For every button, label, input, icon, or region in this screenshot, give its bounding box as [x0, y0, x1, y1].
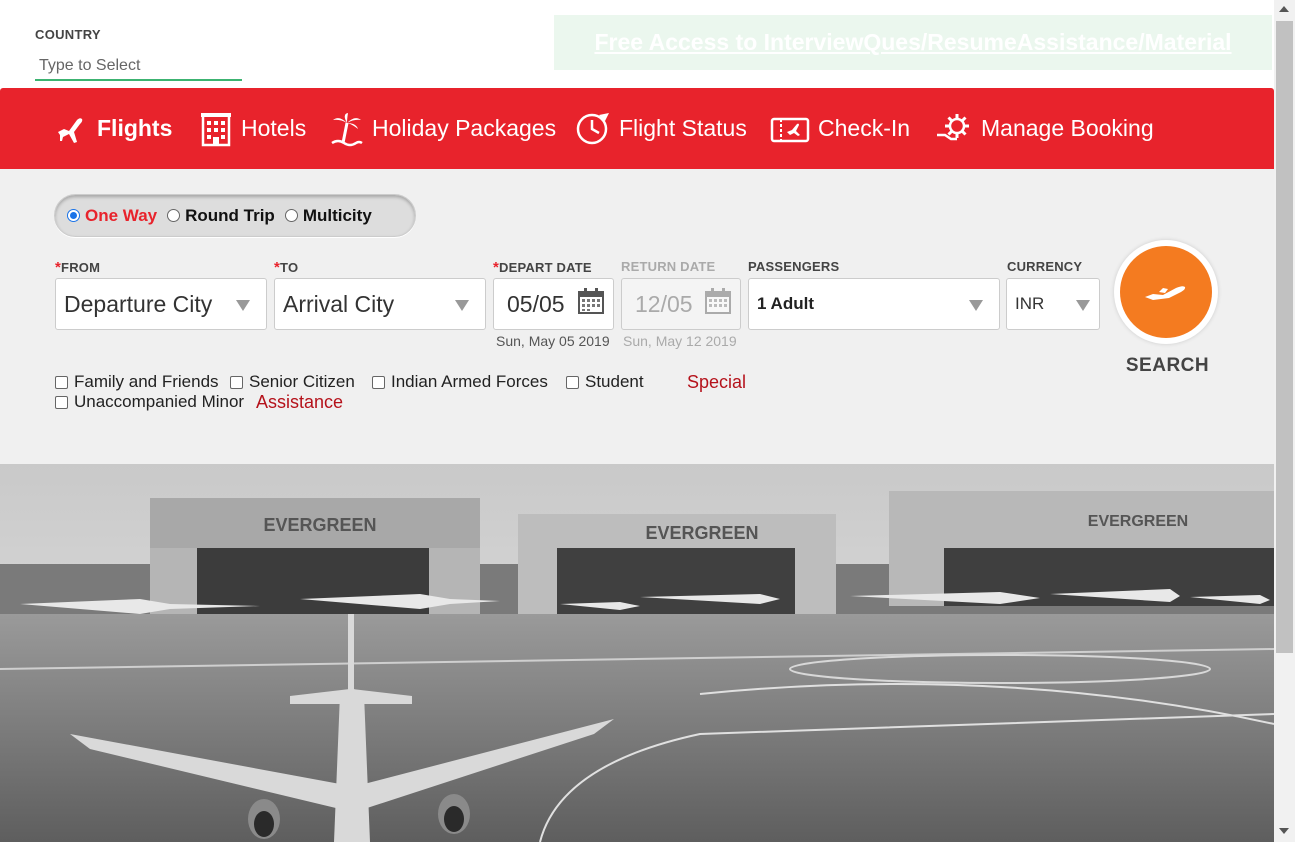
country-input[interactable]: [35, 53, 242, 81]
checkbox-senior-citizen[interactable]: Senior Citizen: [230, 372, 355, 392]
passengers-label: PASSENGERS: [748, 259, 840, 274]
nav-tab-flight-status[interactable]: Flight Status: [575, 88, 747, 169]
trip-type-selector: One Way Round Trip Multicity: [54, 194, 416, 237]
nav-tab-label: Holiday Packages: [372, 115, 557, 141]
palm-tree-icon: [331, 112, 363, 146]
radio-button[interactable]: [167, 209, 181, 222]
nav-tab-label: Flight Status: [619, 115, 747, 141]
hero-airport-image: EVERGREEN EVERGREEN EVERGREEN: [0, 464, 1274, 842]
nav-tab-check-in[interactable]: Check-In: [770, 88, 910, 169]
currency-select[interactable]: INR: [1006, 278, 1100, 330]
chevron-down-icon: [1076, 300, 1090, 311]
return-full-date: Sun, May 12 2019: [623, 333, 737, 349]
to-label: *TO: [274, 259, 299, 276]
chevron-down-icon: [969, 300, 983, 311]
promo-banner: Free Access to InterviewQues/ResumeAssis…: [554, 15, 1272, 70]
assistance-link[interactable]: Assistance: [256, 392, 343, 413]
calendar-icon[interactable]: [577, 287, 605, 315]
hangar-sign-2: EVERGREEN: [645, 523, 758, 543]
trip-option-multicity[interactable]: Multicity: [284, 206, 372, 226]
main-nav: Flights Hotels Holiday Packages Flight S…: [0, 88, 1274, 169]
nav-tab-holiday-packages[interactable]: Holiday Packages: [330, 88, 556, 169]
airplane-icon: [58, 117, 83, 143]
return-date-label: RETURN DATE: [621, 259, 716, 274]
nav-tab-label: Manage Booking: [981, 115, 1154, 141]
radio-button[interactable]: [67, 209, 80, 222]
trip-option-round-trip[interactable]: Round Trip: [167, 206, 275, 226]
checkbox-family-and-friends[interactable]: Family and Friends: [55, 372, 219, 392]
depart-full-date: Sun, May 05 2019: [496, 333, 610, 349]
nav-tab-flights[interactable]: Flights: [55, 88, 172, 169]
checkbox-student[interactable]: Student: [566, 372, 644, 392]
search-button[interactable]: [1114, 240, 1218, 344]
scroll-down-arrow-icon[interactable]: [1279, 828, 1289, 834]
checkbox-unaccompanied-minor[interactable]: Unaccompanied Minor: [55, 392, 244, 412]
hangar-sign-1: EVERGREEN: [263, 515, 376, 535]
ticket-icon: [770, 117, 810, 142]
scrollbar-thumb[interactable]: [1276, 21, 1293, 653]
nav-tab-label: Flights: [97, 115, 173, 141]
trip-option-one-way[interactable]: One Way: [67, 206, 157, 226]
search-label: SEARCH: [1125, 355, 1210, 376]
country-label: COUNTRY: [35, 27, 101, 42]
gear-hand-icon: [937, 113, 969, 140]
hangar-sign-3: EVERGREEN: [1088, 513, 1188, 530]
depart-date-label: *DEPART DATE: [493, 259, 592, 276]
checkbox[interactable]: [55, 395, 68, 409]
checkbox[interactable]: [566, 375, 579, 389]
depart-date-input[interactable]: 05/05: [493, 278, 614, 330]
to-city-select[interactable]: Arrival City: [274, 278, 486, 330]
nav-tab-hotels[interactable]: Hotels: [199, 88, 306, 169]
nav-tab-label: Hotels: [241, 115, 307, 141]
checkbox[interactable]: [372, 375, 385, 389]
checkbox[interactable]: [55, 375, 68, 389]
checkbox-indian-armed-forces[interactable]: Indian Armed Forces: [372, 372, 548, 392]
nav-tab-manage-booking[interactable]: Manage Booking: [935, 88, 1154, 169]
checkbox[interactable]: [230, 375, 243, 389]
scroll-up-arrow-icon[interactable]: [1279, 6, 1289, 12]
passengers-select[interactable]: 1 Adult: [748, 278, 1000, 330]
from-label: *FROM: [55, 259, 101, 276]
hotel-building-icon: [201, 112, 231, 146]
calendar-icon[interactable]: [704, 287, 732, 315]
from-city-select[interactable]: Departure City: [55, 278, 267, 330]
airplane-takeoff-icon: [1145, 286, 1186, 300]
promo-link[interactable]: Free Access to InterviewQues/ResumeAssis…: [594, 29, 1231, 56]
chevron-down-icon: [236, 300, 250, 311]
radio-button[interactable]: [284, 209, 298, 222]
nav-tab-label: Check-In: [818, 115, 911, 141]
chevron-down-icon: [455, 300, 469, 311]
special-link[interactable]: Special: [687, 372, 746, 393]
return-date-input[interactable]: 12/05: [621, 278, 741, 330]
currency-label: CURRENCY: [1007, 259, 1083, 274]
clock-plane-icon: [576, 112, 609, 144]
